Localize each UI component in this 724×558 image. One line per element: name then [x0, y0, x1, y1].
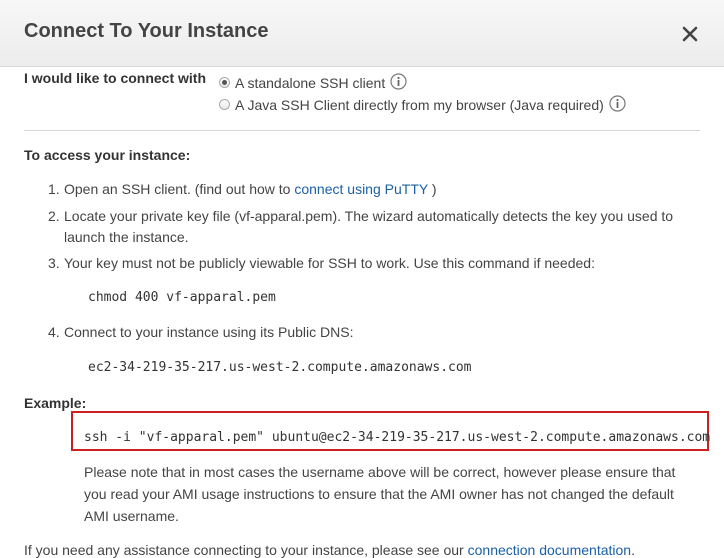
note-line-3: AMI username.: [84, 508, 179, 524]
radio-java-ssh-label[interactable]: A Java SSH Client directly from my brows…: [235, 97, 604, 113]
dialog-header: Connect To Your Instance: [0, 0, 724, 67]
info-icon[interactable]: [390, 73, 407, 90]
step-number: 4.: [48, 324, 60, 340]
step-1-text: Open an SSH client. (find out how to con…: [64, 181, 437, 197]
divider: [24, 130, 700, 131]
close-icon[interactable]: [678, 22, 702, 46]
step-3-text: Your key must not be publicly viewable f…: [64, 255, 595, 271]
connect-using-putty-link[interactable]: connect using PuTTY: [294, 181, 428, 197]
radio-java-ssh[interactable]: [219, 99, 230, 110]
access-heading: To access your instance:: [24, 147, 191, 163]
note-line-1: Please note that in most cases the usern…: [84, 464, 676, 480]
example-heading: Example:: [24, 395, 87, 411]
connect-with-label: I would like to connect with: [24, 70, 207, 86]
chmod-command: chmod 400 vf-apparal.pem: [88, 290, 276, 305]
public-dns: ec2-34-219-35-217.us-west-2.compute.amaz…: [88, 360, 472, 375]
radio-standalone-ssh-label[interactable]: A standalone SSH client: [235, 75, 385, 91]
step-number: 1.: [48, 181, 60, 197]
step-4-text: Connect to your instance using its Publi…: [64, 324, 354, 340]
step-number: 3.: [48, 255, 60, 271]
dialog-title: Connect To Your Instance: [24, 20, 269, 42]
example-command: ssh -i "vf-apparal.pem" ubuntu@ec2-34-21…: [84, 430, 711, 445]
step-2-text-line2: launch the instance.: [64, 229, 189, 245]
info-icon[interactable]: [609, 95, 626, 112]
radio-standalone-ssh[interactable]: [219, 77, 230, 88]
note-line-2: you read your AMI usage instructions to …: [84, 486, 674, 502]
step-2-text-line1: Locate your private key file (vf-apparal…: [64, 208, 674, 224]
step-number: 2.: [48, 208, 60, 224]
